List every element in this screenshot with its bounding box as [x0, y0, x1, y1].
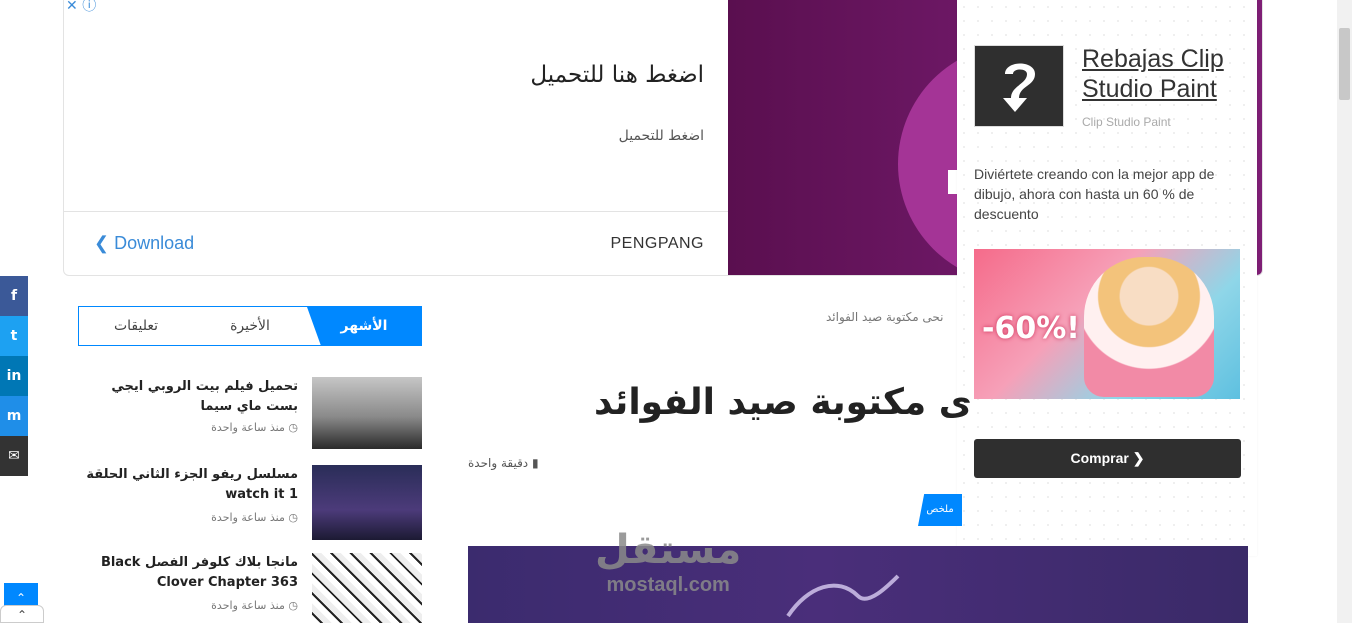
- ad-headline[interactable]: اضغط هنا للتحميل: [530, 62, 704, 88]
- linkedin-share-button[interactable]: in: [0, 356, 28, 396]
- post-time-label: منذ ساعة واحدة: [211, 421, 285, 434]
- post-time-label: منذ ساعة واحدة: [211, 511, 285, 524]
- messenger-icon: m: [6, 408, 22, 424]
- category-badge[interactable]: ملخص: [918, 494, 962, 526]
- watermark: مستقل mostaql.com: [595, 526, 741, 596]
- email-icon: ✉: [8, 448, 20, 464]
- clip-studio-logo-icon: [1003, 63, 1035, 112]
- side-ad-description: Diviértete creando con la mejor app de d…: [974, 166, 1215, 222]
- linkedin-icon: in: [6, 368, 22, 384]
- ad-footer: ❮ Download PENGPANG: [64, 213, 728, 275]
- sidebar-tabs: الأشهر الأخيرة تعليقات: [78, 306, 422, 346]
- post-thumbnail[interactable]: [312, 377, 422, 449]
- facebook-icon: f: [10, 288, 18, 304]
- reading-time: ▮ دقيقة واحدة: [468, 456, 539, 470]
- email-share-button[interactable]: ✉: [0, 436, 28, 476]
- post-thumbnail[interactable]: [312, 553, 422, 623]
- facebook-share-button[interactable]: f: [0, 276, 28, 316]
- post-title[interactable]: مانجا بلاك كلوفر الفصل Black Clover Chap…: [78, 553, 298, 593]
- buy-button-label: Comprar: [1070, 450, 1129, 466]
- tab-comments[interactable]: تعليقات: [79, 307, 193, 345]
- side-ad-image[interactable]: -60%!: [974, 249, 1240, 399]
- page-scrollbar[interactable]: [1337, 0, 1352, 623]
- post-title[interactable]: تحميل فيلم بيت الروبي ايجي بست ماي سيما: [78, 377, 298, 417]
- list-item[interactable]: تحميل فيلم بيت الروبي ايجي بست ماي سيما …: [78, 377, 422, 457]
- clock-icon: ◷: [288, 511, 298, 524]
- list-item[interactable]: مسلسل ريفو الجزء الثاني الحلقة 1 watch i…: [78, 465, 422, 545]
- post-time: ◷ منذ ساعة واحدة: [211, 421, 298, 434]
- ad-subline: اضغط للتحميل: [618, 128, 704, 144]
- side-ad-title[interactable]: Rebajas Clip Studio Paint: [1082, 44, 1252, 104]
- ad-advertiser: PENGPANG: [610, 235, 704, 252]
- tab-popular[interactable]: الأشهر: [307, 307, 421, 345]
- side-ad-brand: Clip Studio Paint: [1082, 115, 1171, 129]
- post-thumbnail[interactable]: [312, 465, 422, 540]
- chevron-up-icon: ⌃: [16, 608, 28, 622]
- collapse-button[interactable]: ⌃: [0, 605, 44, 623]
- anime-illustration: [1084, 257, 1214, 397]
- twitter-share-button[interactable]: t: [0, 316, 28, 356]
- post-time: ◷ منذ ساعة واحدة: [211, 599, 298, 612]
- post-time: ◷ منذ ساعة واحدة: [211, 511, 298, 524]
- twitter-icon: t: [10, 328, 18, 344]
- watermark-domain: mostaql.com: [606, 574, 730, 596]
- side-popup-ad[interactable]: Rebajas Clip Studio Paint Clip Studio Pa…: [957, 0, 1257, 556]
- list-item[interactable]: مانجا بلاك كلوفر الفصل Black Clover Chap…: [78, 553, 422, 633]
- messenger-share-button[interactable]: m: [0, 396, 28, 436]
- ad-text-panel[interactable]: اضغط هنا للتحميل اضغط للتحميل: [64, 0, 728, 212]
- breadcrumb[interactable]: نحى مكتوبة صيد الفوائد: [826, 310, 944, 324]
- scrollbar-thumb[interactable]: [1339, 28, 1350, 100]
- ad-download-link[interactable]: ❮ Download: [94, 233, 194, 254]
- tab-recent[interactable]: الأخيرة: [193, 307, 307, 345]
- page-title: ى مكتوبة صيد الفوائد: [594, 382, 972, 423]
- clip-studio-logo[interactable]: [974, 45, 1064, 127]
- bookmark-icon: ▮: [531, 456, 539, 470]
- reading-time-label: دقيقة واحدة: [468, 456, 529, 470]
- chevron-left-icon: ❮: [94, 233, 110, 253]
- chevron-right-icon: ❯: [1132, 450, 1145, 466]
- article-hero-image: [468, 546, 1248, 623]
- download-label[interactable]: Download: [114, 233, 194, 253]
- watermark-arabic: مستقل: [595, 527, 742, 573]
- post-time-label: منذ ساعة واحدة: [211, 599, 285, 612]
- clock-icon: ◷: [288, 421, 298, 434]
- buy-button[interactable]: Comprar ❯: [974, 439, 1241, 478]
- post-title[interactable]: مسلسل ريفو الجزء الثاني الحلقة 1 watch i…: [78, 465, 298, 505]
- chevron-up-icon: ⌃: [15, 591, 27, 605]
- discount-badge: -60%!: [982, 311, 1080, 346]
- clock-icon: ◷: [288, 599, 298, 612]
- hero-calligraphy: [786, 574, 900, 618]
